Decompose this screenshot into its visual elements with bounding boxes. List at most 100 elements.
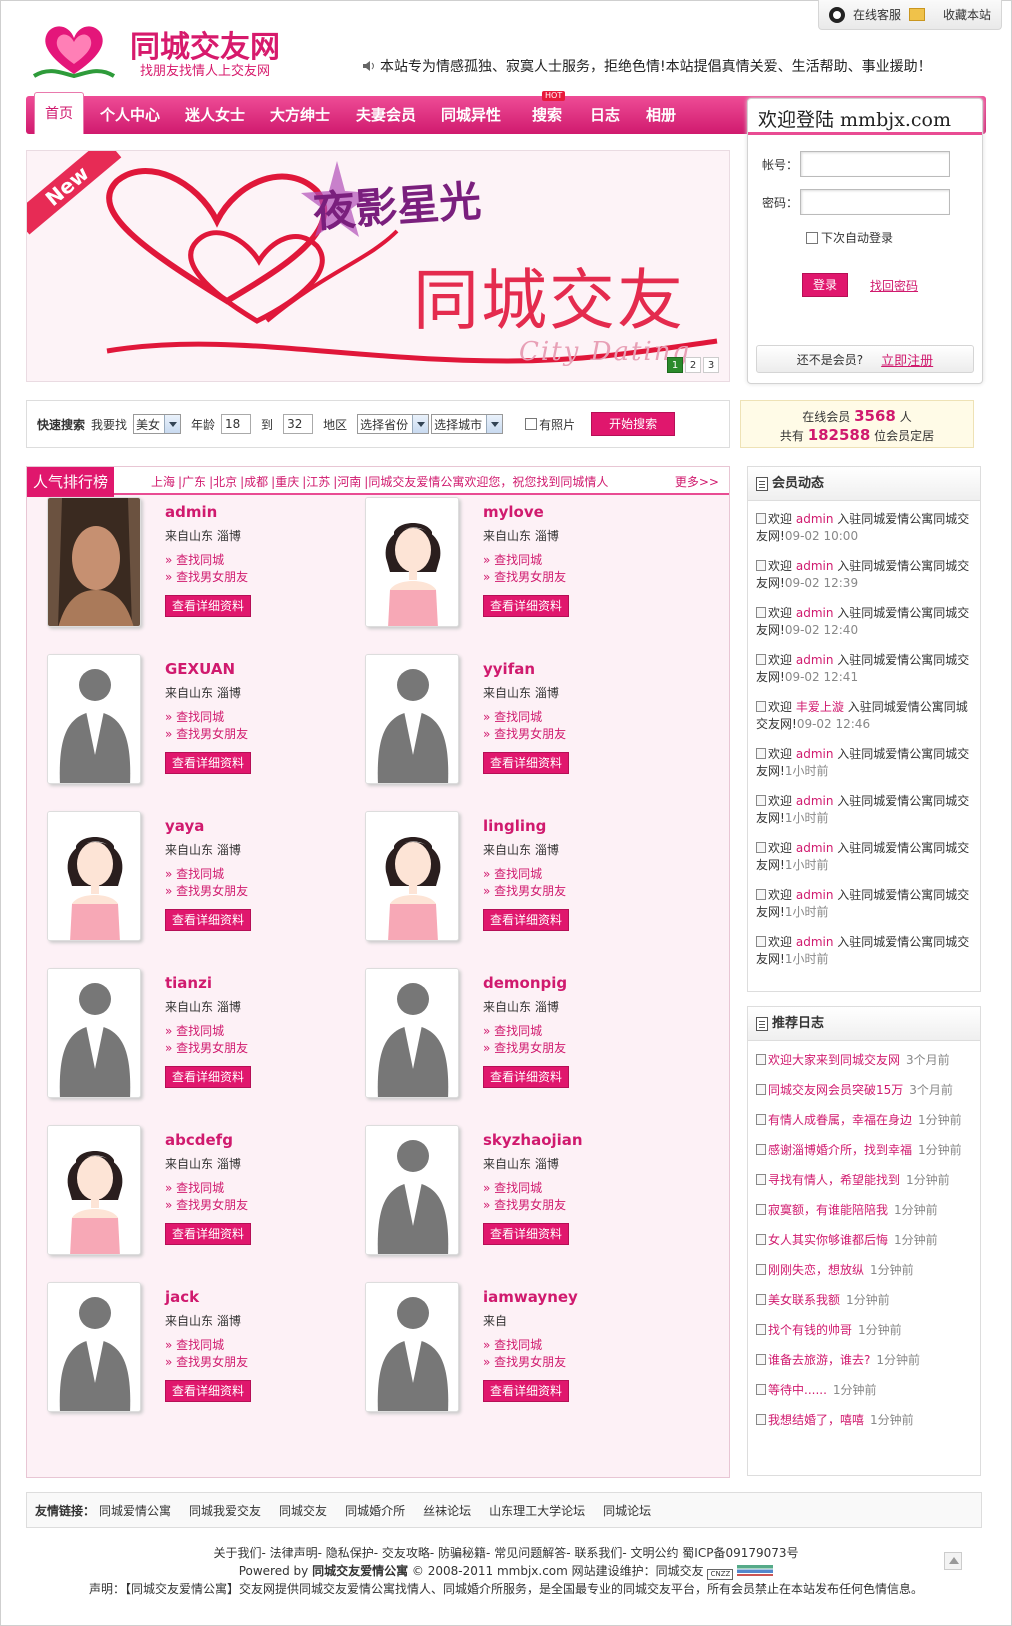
banner-page-1[interactable]: 1	[667, 357, 683, 373]
bookmark-link[interactable]: 收藏本站	[943, 6, 991, 23]
view-details-button[interactable]: 查看详细资料	[483, 1223, 569, 1245]
banner-page-3[interactable]: 3	[703, 357, 719, 373]
site-logo[interactable]: 同城交友网 找朋友找情人上交友网	[30, 14, 280, 82]
view-details-button[interactable]: 查看详细资料	[165, 595, 251, 617]
nav-blog[interactable]: 日志	[590, 96, 620, 134]
activity-user-link[interactable]: admin	[796, 606, 834, 620]
city-link[interactable]: |河南	[333, 473, 361, 490]
find-local-link[interactable]: 查找同城	[165, 1336, 224, 1353]
view-details-button[interactable]: 查看详细资料	[483, 1380, 569, 1402]
member-name[interactable]: mylove	[483, 503, 544, 521]
member-name[interactable]: admin	[165, 503, 217, 521]
activity-user-link[interactable]: admin	[796, 559, 834, 573]
city-select[interactable]: 选择城市	[431, 414, 504, 434]
blog-title-link[interactable]: 女人其实你够谁都后悔	[768, 1233, 888, 1247]
activity-user-link[interactable]: 丰爱上漩	[796, 700, 844, 714]
blog-title-link[interactable]: 美女联系我额	[768, 1293, 840, 1307]
nav-album[interactable]: 相册	[646, 96, 676, 134]
view-details-button[interactable]: 查看详细资料	[165, 1223, 251, 1245]
nav-ladies[interactable]: 迷人女士	[185, 96, 245, 134]
view-details-button[interactable]: 查看详细资料	[483, 909, 569, 931]
city-link[interactable]: |江苏	[302, 473, 330, 490]
member-photo[interactable]	[47, 497, 141, 627]
view-details-button[interactable]: 查看详细资料	[165, 752, 251, 774]
back-to-top-icon[interactable]	[944, 1552, 962, 1570]
find-local-link[interactable]: 查找同城	[483, 551, 542, 568]
activity-user-link[interactable]: admin	[796, 841, 834, 855]
member-photo[interactable]	[47, 1282, 141, 1412]
friend-link[interactable]: 山东理工大学论坛	[489, 1502, 585, 1519]
find-friends-link[interactable]: 查找男女朋友	[483, 1196, 566, 1213]
friend-link[interactable]: 同城交友	[279, 1502, 327, 1519]
find-local-link[interactable]: 查找同城	[165, 708, 224, 725]
activity-user-link[interactable]: admin	[796, 512, 834, 526]
activity-user-link[interactable]: admin	[796, 794, 834, 808]
view-details-button[interactable]: 查看详细资料	[483, 752, 569, 774]
nav-gentlemen[interactable]: 大方绅士	[270, 96, 330, 134]
member-name[interactable]: yaya	[165, 817, 204, 835]
auto-login-checkbox[interactable]	[806, 231, 818, 244]
city-link[interactable]: |成都	[240, 473, 268, 490]
activity-user-link[interactable]: admin	[796, 935, 834, 949]
blog-title-link[interactable]: 寻找有情人，希望能找到	[768, 1173, 900, 1187]
blog-title-link[interactable]: 同城交友网会员突破15万	[768, 1083, 903, 1097]
blog-title-link[interactable]: 感谢淄博婚介所，找到幸福	[768, 1143, 912, 1157]
find-friends-link[interactable]: 查找男女朋友	[165, 1039, 248, 1056]
member-photo[interactable]	[365, 1125, 459, 1255]
nav-local-singles[interactable]: 同城异性	[441, 96, 501, 134]
province-select[interactable]: 选择省份	[357, 414, 430, 434]
find-friends-link[interactable]: 查找男女朋友	[165, 568, 248, 585]
find-local-link[interactable]: 查找同城	[483, 865, 542, 882]
welcome-link[interactable]: |同城交友爱情公寓欢迎您，祝您找到同城情人	[364, 473, 608, 490]
friend-link[interactable]: 丝袜论坛	[423, 1502, 471, 1519]
online-service-link[interactable]: 在线客服	[853, 6, 901, 23]
blog-title-link[interactable]: 欢迎大家来到同城交友网	[768, 1053, 900, 1067]
account-input[interactable]	[800, 151, 950, 177]
nav-home[interactable]: 首页	[34, 92, 84, 134]
blog-title-link[interactable]: 等待中......	[768, 1383, 827, 1397]
banner-page-2[interactable]: 2	[685, 357, 701, 373]
find-local-link[interactable]: 查找同城	[483, 1336, 542, 1353]
find-friends-link[interactable]: 查找男女朋友	[165, 882, 248, 899]
start-search-button[interactable]: 开始搜索	[591, 412, 676, 436]
age-to-input[interactable]: 32	[283, 414, 314, 434]
friend-link[interactable]: 同城爱情公寓	[99, 1502, 171, 1519]
login-button[interactable]: 登录	[802, 273, 848, 297]
find-friends-link[interactable]: 查找男女朋友	[483, 725, 566, 742]
blog-title-link[interactable]: 我想结婚了，嘻嘻	[768, 1413, 864, 1427]
view-details-button[interactable]: 查看详细资料	[483, 1066, 569, 1088]
member-photo[interactable]	[365, 968, 459, 1098]
city-link[interactable]: |广东	[178, 473, 206, 490]
friend-link[interactable]: 同城我爱交友	[189, 1502, 261, 1519]
blog-title-link[interactable]: 刚刚失恋，想放纵	[768, 1263, 864, 1277]
blog-title-link[interactable]: 找个有钱的帅哥	[768, 1323, 852, 1337]
view-details-button[interactable]: 查看详细资料	[483, 595, 569, 617]
has-photo-checkbox[interactable]	[525, 418, 538, 430]
blog-title-link[interactable]: 有情人成眷属，幸福在身边	[768, 1113, 912, 1127]
find-friends-link[interactable]: 查找男女朋友	[483, 1353, 566, 1370]
blog-title-link[interactable]: 寂寞额，有谁能陪陪我	[768, 1203, 888, 1217]
activity-user-link[interactable]: admin	[796, 888, 834, 902]
view-details-button[interactable]: 查看详细资料	[165, 909, 251, 931]
find-friends-link[interactable]: 查找男女朋友	[165, 1353, 248, 1370]
member-name[interactable]: tianzi	[165, 974, 212, 992]
activity-user-link[interactable]: admin	[796, 653, 834, 667]
member-name[interactable]: skyzhaojian	[483, 1131, 583, 1149]
forgot-password-link[interactable]: 找回密码	[870, 277, 918, 294]
member-name[interactable]: yyifan	[483, 660, 535, 678]
password-input[interactable]	[800, 189, 950, 215]
city-link[interactable]: 上海	[151, 473, 175, 490]
member-photo[interactable]	[365, 654, 459, 784]
nav-search[interactable]: 搜索	[532, 96, 562, 134]
view-details-button[interactable]: 查看详细资料	[165, 1380, 251, 1402]
register-link[interactable]: 立即注册	[881, 350, 933, 369]
footer-brand[interactable]: 同城交友爱情公寓	[312, 1564, 408, 1578]
city-link[interactable]: |重庆	[271, 473, 299, 490]
nav-personal-center[interactable]: 个人中心	[100, 96, 160, 134]
member-photo[interactable]	[47, 968, 141, 1098]
footer-links[interactable]: 关于我们- 法律声明- 隐私保护- 交友攻略- 防骗秘籍- 常见问题解答- 联系…	[0, 1544, 1012, 1562]
member-name[interactable]: lingling	[483, 817, 546, 835]
find-friends-link[interactable]: 查找男女朋友	[483, 882, 566, 899]
find-local-link[interactable]: 查找同城	[483, 1179, 542, 1196]
find-local-link[interactable]: 查找同城	[483, 708, 542, 725]
